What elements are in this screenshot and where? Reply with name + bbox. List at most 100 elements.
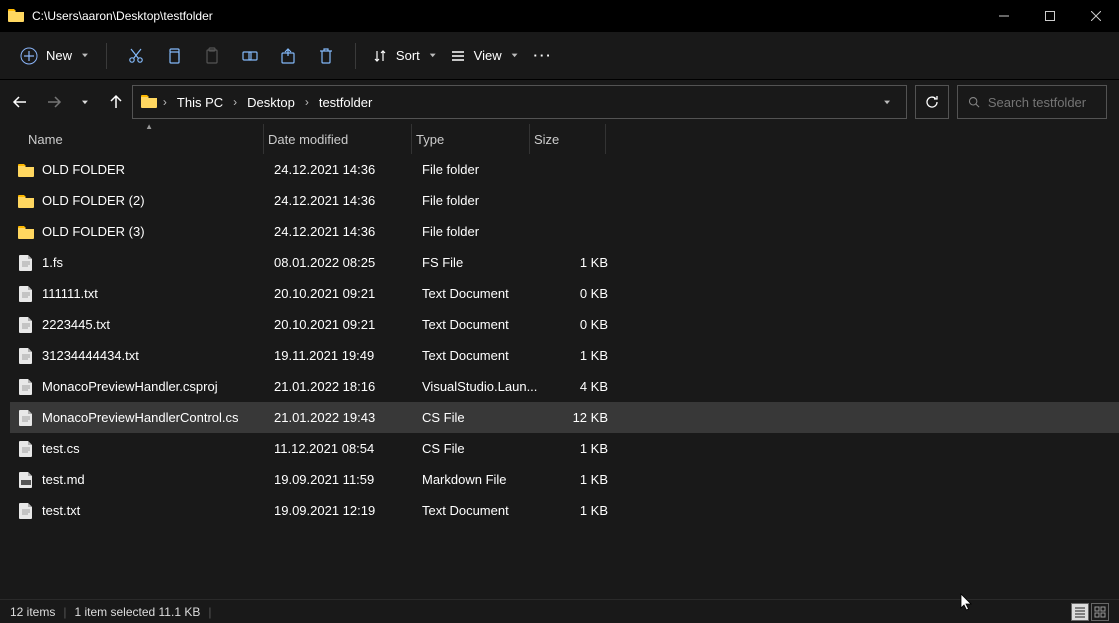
file-name: 1.fs: [42, 255, 274, 270]
chevron-right-icon[interactable]: ›: [161, 95, 169, 109]
file-row[interactable]: OLD FOLDER (3)24.12.2021 14:36File folde…: [10, 216, 1119, 247]
file-row[interactable]: test.md19.09.2021 11:59Markdown File1 KB: [10, 464, 1119, 495]
breadcrumb-desktop[interactable]: Desktop: [243, 93, 299, 112]
column-type[interactable]: Type: [412, 124, 530, 154]
maximize-button[interactable]: [1027, 0, 1073, 32]
file-type: CS File: [422, 410, 540, 425]
file-row[interactable]: test.txt19.09.2021 12:19Text Document1 K…: [10, 495, 1119, 526]
search-input[interactable]: [988, 95, 1096, 110]
file-row[interactable]: MonacoPreviewHandler.csproj21.01.2022 18…: [10, 371, 1119, 402]
file-name: OLD FOLDER: [42, 162, 274, 177]
search-icon: [968, 95, 980, 109]
column-date[interactable]: Date modified: [264, 124, 412, 154]
up-button[interactable]: [108, 94, 124, 110]
more-button[interactable]: ···: [526, 48, 561, 63]
address-bar[interactable]: › This PC › Desktop › testfolder ▼: [132, 85, 907, 119]
chevron-right-icon[interactable]: ›: [231, 95, 239, 109]
file-type: File folder: [422, 193, 540, 208]
folder-icon: [141, 94, 157, 111]
file-row[interactable]: test.cs11.12.2021 08:54CS File1 KB: [10, 433, 1119, 464]
file-icon: [16, 315, 36, 335]
sort-button[interactable]: Sort ▼: [366, 48, 444, 64]
icons-view-toggle[interactable]: [1091, 603, 1109, 621]
forward-button[interactable]: [46, 94, 62, 110]
file-date: 24.12.2021 14:36: [274, 162, 422, 177]
file-size: 0 KB: [540, 286, 612, 301]
close-button[interactable]: [1073, 0, 1119, 32]
share-button[interactable]: [269, 37, 307, 75]
file-date: 21.01.2022 18:16: [274, 379, 422, 394]
file-icon: [16, 439, 36, 459]
file-name: test.cs: [42, 441, 274, 456]
folder-icon: [8, 8, 24, 24]
file-size: 1 KB: [540, 472, 612, 487]
cut-button[interactable]: [117, 37, 155, 75]
file-size: 1 KB: [540, 255, 612, 270]
details-view-toggle[interactable]: [1071, 603, 1089, 621]
file-type: Text Document: [422, 503, 540, 518]
minimize-button[interactable]: [981, 0, 1027, 32]
column-size[interactable]: Size: [530, 124, 606, 154]
new-button[interactable]: New ▼: [14, 43, 96, 69]
file-icon: [16, 346, 36, 366]
file-icon: [16, 408, 36, 428]
file-date: 20.10.2021 09:21: [274, 317, 422, 332]
file-name: 31234444434.txt: [42, 348, 274, 363]
file-row[interactable]: 31234444434.txt19.11.2021 19:49Text Docu…: [10, 340, 1119, 371]
file-size: 0 KB: [540, 317, 612, 332]
file-size: 1 KB: [540, 441, 612, 456]
status-bar: 12 items | 1 item selected 11.1 KB |: [0, 599, 1119, 623]
file-row[interactable]: OLD FOLDER24.12.2021 14:36File folder: [10, 154, 1119, 185]
file-type: CS File: [422, 441, 540, 456]
search-box[interactable]: [957, 85, 1107, 119]
chevron-down-icon: ▼: [80, 52, 90, 59]
chevron-right-icon[interactable]: ›: [303, 95, 311, 109]
file-row[interactable]: 111111.txt20.10.2021 09:21Text Document0…: [10, 278, 1119, 309]
file-size: 1 KB: [540, 503, 612, 518]
window-title: C:\Users\aaron\Desktop\testfolder: [32, 9, 981, 23]
file-row[interactable]: OLD FOLDER (2)24.12.2021 14:36File folde…: [10, 185, 1119, 216]
file-type: File folder: [422, 162, 540, 177]
navigation-row: ▼ › This PC › Desktop › testfolder ▼: [0, 80, 1119, 124]
view-label: View: [474, 48, 502, 63]
file-type: Text Document: [422, 348, 540, 363]
file-type: File folder: [422, 224, 540, 239]
file-name: 2223445.txt: [42, 317, 274, 332]
breadcrumb-this-pc[interactable]: This PC: [173, 93, 227, 112]
new-label: New: [46, 48, 72, 63]
file-size: 12 KB: [540, 410, 612, 425]
file-icon: [16, 253, 36, 273]
file-name: OLD FOLDER (3): [42, 224, 274, 239]
view-button[interactable]: View ▼: [444, 48, 526, 64]
copy-button[interactable]: [155, 37, 193, 75]
rename-button[interactable]: [231, 37, 269, 75]
address-dropdown[interactable]: ▼: [882, 99, 892, 106]
file-row[interactable]: 2223445.txt20.10.2021 09:21Text Document…: [10, 309, 1119, 340]
chevron-down-icon: ▼: [428, 52, 438, 59]
paste-button[interactable]: [193, 37, 231, 75]
file-type: Markdown File: [422, 472, 540, 487]
back-button[interactable]: [12, 94, 28, 110]
folder-icon: [16, 191, 36, 211]
separator: [355, 43, 356, 69]
delete-button[interactable]: [307, 37, 345, 75]
file-name: MonacoPreviewHandlerControl.cs: [42, 410, 274, 425]
column-name[interactable]: Name▲: [24, 124, 264, 154]
file-type: VisualStudio.Laun...: [422, 379, 540, 394]
file-icon: [16, 377, 36, 397]
file-icon: [16, 501, 36, 521]
file-row[interactable]: 1.fs08.01.2022 08:25FS File1 KB: [10, 247, 1119, 278]
file-date: 19.09.2021 11:59: [274, 472, 422, 487]
recent-dropdown[interactable]: ▼: [80, 99, 90, 106]
folder-icon: [16, 222, 36, 242]
selection-info: 1 item selected 11.1 KB: [74, 605, 200, 619]
sort-label: Sort: [396, 48, 420, 63]
file-row[interactable]: MonacoPreviewHandlerControl.cs21.01.2022…: [10, 402, 1119, 433]
separator: [106, 43, 107, 69]
file-name: test.txt: [42, 503, 274, 518]
cursor-icon: [960, 593, 974, 613]
file-type: Text Document: [422, 286, 540, 301]
breadcrumb-testfolder[interactable]: testfolder: [315, 93, 376, 112]
file-date: 11.12.2021 08:54: [274, 441, 422, 456]
refresh-button[interactable]: [915, 85, 949, 119]
